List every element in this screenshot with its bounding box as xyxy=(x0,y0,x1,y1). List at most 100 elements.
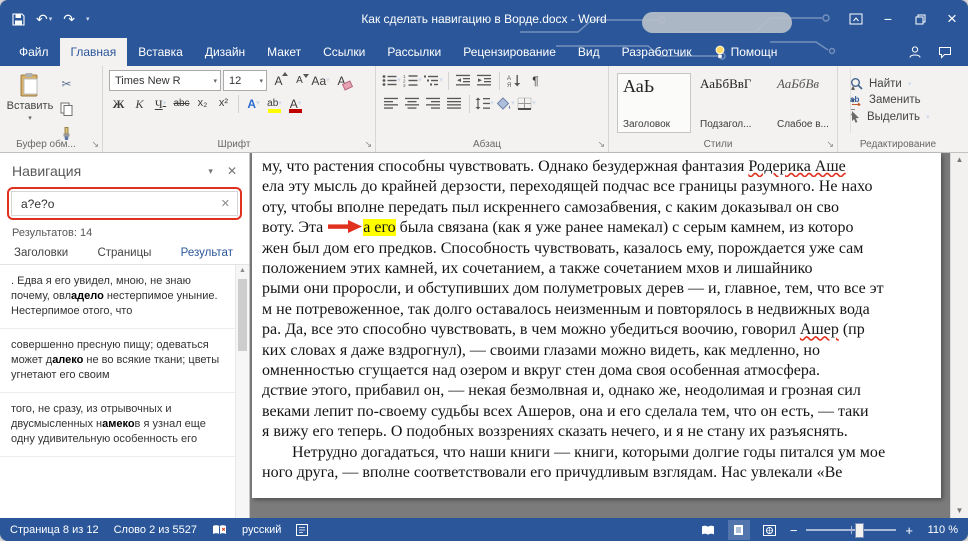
zoom-out-button[interactable]: − xyxy=(790,523,798,538)
account-button[interactable] xyxy=(908,45,922,59)
tab-file[interactable]: Файл xyxy=(8,38,60,66)
minimize-button[interactable]: − xyxy=(872,0,904,38)
dialog-launcher-icon[interactable]: ↘ xyxy=(364,139,372,150)
sort-button[interactable]: АЯ xyxy=(505,71,524,91)
scroll-up-icon[interactable]: ▲ xyxy=(236,265,249,277)
separator xyxy=(448,72,449,90)
separator xyxy=(499,72,500,90)
search-result-item[interactable]: того, не сразу, из отрывочных и двусмысл… xyxy=(0,393,236,457)
subscript-button[interactable]: x₂ xyxy=(193,94,212,114)
page-indicator[interactable]: Страница 8 из 12 xyxy=(10,524,99,536)
increase-indent-button[interactable] xyxy=(475,71,494,91)
clipboard-group: Вставить ▾ ✂ xyxy=(0,66,103,152)
numbering-button[interactable]: 123 ▾ xyxy=(403,71,422,91)
dialog-launcher-icon[interactable]: ↘ xyxy=(826,139,834,150)
word-count[interactable]: Слово 2 из 5527 xyxy=(114,524,197,536)
word-window: ↶▾ ↷ ▾ Как сделать навигацию в Ворде.doc… xyxy=(0,0,968,541)
customize-qat-button[interactable]: ▾ xyxy=(86,16,90,23)
ribbon-display-options-button[interactable] xyxy=(840,0,872,38)
decrease-indent-icon xyxy=(456,74,471,87)
zoom-slider[interactable] xyxy=(806,529,896,531)
search-result-item[interactable]: . Едва я его увидел, мною, не знаю почем… xyxy=(0,265,236,329)
font-color-button[interactable]: А▾ xyxy=(286,94,305,114)
comments-button[interactable] xyxy=(938,46,952,59)
shading-button[interactable]: ▾ xyxy=(496,94,515,114)
spelling-error-text: Ашер xyxy=(800,321,839,338)
tabrow-right-icons xyxy=(908,38,968,66)
scroll-up-icon[interactable]: ▲ xyxy=(951,153,968,167)
find-button[interactable]: Найти ▾ xyxy=(850,77,960,90)
paste-button[interactable]: Вставить ▾ xyxy=(6,69,54,144)
copy-button[interactable] xyxy=(57,99,76,119)
clear-search-icon[interactable]: ✕ xyxy=(221,197,230,210)
zoom-in-button[interactable]: + xyxy=(905,523,913,538)
macro-record-button[interactable] xyxy=(296,524,308,536)
superscript-button[interactable]: x² xyxy=(214,94,233,114)
align-center-button[interactable] xyxy=(403,94,422,114)
decrease-indent-button[interactable] xyxy=(454,71,473,91)
save-button[interactable] xyxy=(12,13,25,26)
nav-tab-headings[interactable]: Заголовки xyxy=(12,243,70,264)
zoom-slider-thumb[interactable] xyxy=(855,523,864,538)
document-page[interactable]: му, что растения способны чувствовать. О… xyxy=(252,153,941,498)
print-layout-button[interactable] xyxy=(728,520,750,540)
line-spacing-button[interactable]: ▾ xyxy=(475,94,494,114)
font-name-combo[interactable]: Times New R▾ xyxy=(109,70,221,91)
highlight-color-button[interactable]: ab▾ xyxy=(265,94,284,114)
tab-design[interactable]: Дизайн xyxy=(194,38,256,66)
tab-home[interactable]: Главная xyxy=(60,38,128,66)
dialog-launcher-icon[interactable]: ↘ xyxy=(597,139,605,150)
results-scrollbar[interactable]: ▲ xyxy=(235,265,249,518)
show-paragraph-marks-button[interactable]: ¶ xyxy=(526,71,545,91)
underline-button[interactable]: Ч▾ xyxy=(151,94,170,114)
doc-line: я вижу его теперь. О подобных воззрениях… xyxy=(262,422,935,442)
redo-button[interactable]: ↷ xyxy=(63,12,75,26)
style-heading[interactable]: АаЬ Заголовок xyxy=(617,73,691,133)
scroll-down-icon[interactable]: ▼ xyxy=(951,504,968,518)
document-scrollbar[interactable]: ▲ ▼ xyxy=(950,153,968,518)
undo-icon: ↶ xyxy=(36,12,48,26)
navigation-search-box[interactable]: ✕ xyxy=(11,191,238,216)
language-indicator[interactable]: русский xyxy=(242,524,281,536)
clear-formatting-button[interactable]: А xyxy=(332,71,351,91)
text-effects-button[interactable]: А▾ xyxy=(244,94,263,114)
change-case-button[interactable]: Аа▾ xyxy=(311,71,330,91)
read-mode-button[interactable] xyxy=(697,520,719,540)
style-subtle-emphasis[interactable]: АаБбВв Слабое в... xyxy=(771,73,845,133)
zoom-level[interactable]: 110 % xyxy=(922,524,958,536)
nav-tab-pages[interactable]: Страницы xyxy=(95,243,153,264)
pane-options-button[interactable]: ▾ xyxy=(208,166,213,177)
style-subtitle[interactable]: АаБбВвГ Подзагол... xyxy=(694,73,768,133)
cut-button[interactable]: ✂ xyxy=(57,74,76,94)
restore-button[interactable] xyxy=(904,0,936,38)
grow-font-button[interactable]: А xyxy=(269,71,288,91)
nav-tab-results[interactable]: Результат xyxy=(179,243,235,264)
borders-button[interactable]: ▾ xyxy=(517,94,536,114)
undo-button[interactable]: ↶▾ xyxy=(36,12,52,26)
scrollbar-thumb[interactable] xyxy=(238,279,247,351)
dialog-launcher-icon[interactable]: ↘ xyxy=(91,139,99,150)
tab-layout[interactable]: Макет xyxy=(256,38,312,66)
justify-button[interactable] xyxy=(445,94,464,114)
bold-button[interactable]: Ж xyxy=(109,94,128,114)
pane-close-button[interactable]: ✕ xyxy=(227,164,237,178)
tab-references[interactable]: Ссылки xyxy=(312,38,376,66)
scissors-icon: ✂ xyxy=(61,78,71,90)
tab-mailings[interactable]: Рассылки xyxy=(376,38,452,66)
search-input[interactable] xyxy=(19,196,221,212)
align-right-button[interactable] xyxy=(424,94,443,114)
shrink-font-button[interactable]: А xyxy=(290,71,309,91)
close-button[interactable]: × xyxy=(936,0,968,38)
search-result-item[interactable]: совершенно пресную пищу; одеваться может… xyxy=(0,329,236,393)
web-layout-button[interactable] xyxy=(759,520,781,540)
bullets-button[interactable]: ▾ xyxy=(382,71,401,91)
proofing-status-button[interactable] xyxy=(212,524,227,536)
font-size-combo[interactable]: 12▾ xyxy=(223,70,267,91)
strikethrough-button[interactable]: abc xyxy=(172,94,191,114)
tab-insert[interactable]: Вставка xyxy=(127,38,194,66)
italic-button[interactable]: К xyxy=(130,94,149,114)
multilevel-list-button[interactable]: ▾ xyxy=(424,71,443,91)
select-button[interactable]: Выделить ▾ xyxy=(850,110,960,123)
align-left-button[interactable] xyxy=(382,94,401,114)
replace-button[interactable]: ab Заменить xyxy=(850,94,960,106)
